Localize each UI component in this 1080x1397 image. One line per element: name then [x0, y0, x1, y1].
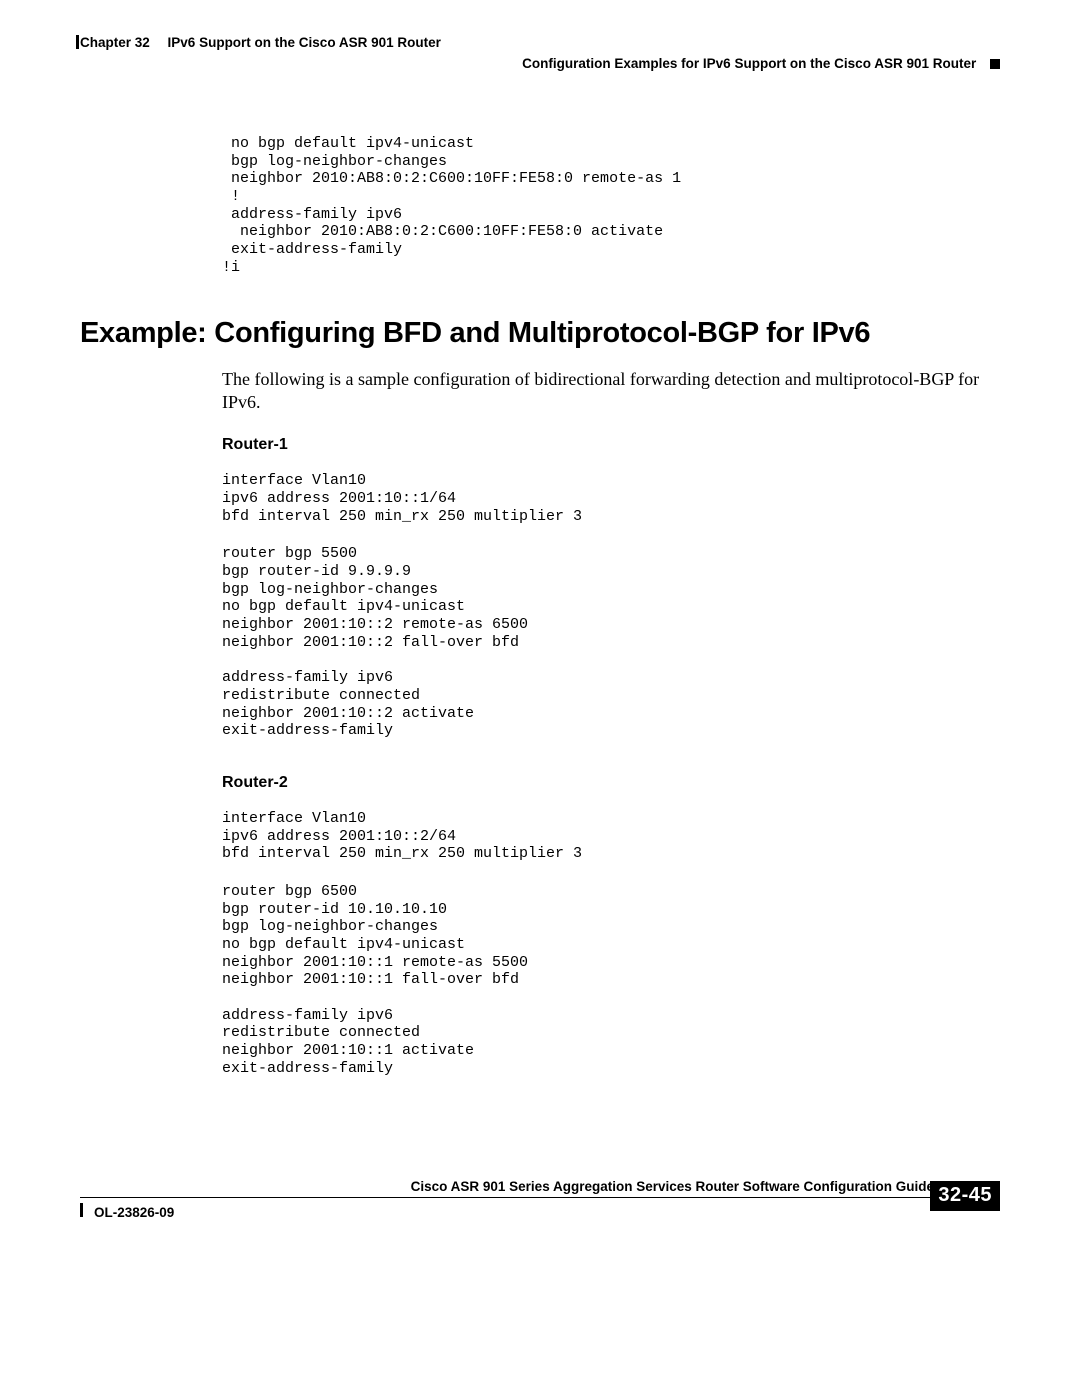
footer-rule-mark: [80, 1203, 83, 1217]
code-block-top: no bgp default ipv4-unicast bgp log-neig…: [222, 135, 1000, 277]
router2-label: Router-2: [222, 774, 1000, 792]
router1-code-b: router bgp 5500 bgp router-id 9.9.9.9 bg…: [222, 545, 1000, 740]
header-section-nav: Configuration Examples for IPv6 Support …: [80, 56, 1000, 71]
footer-doc-id: OL-23826-09: [94, 1205, 174, 1220]
chapter-label: Chapter 32: [80, 35, 150, 50]
footer-page-number: 32-45: [930, 1181, 1000, 1211]
header-rule-mark: [76, 35, 79, 49]
page-container: Chapter 32 IPv6 Support on the Cisco ASR…: [0, 0, 1080, 1397]
header-end-square-icon: [990, 59, 1000, 69]
spacer: [222, 525, 1000, 545]
page-header: Chapter 32 IPv6 Support on the Cisco ASR…: [80, 35, 1000, 77]
chapter-title: IPv6 Support on the Cisco ASR 901 Router: [168, 35, 441, 50]
router1-label: Router-1: [222, 436, 1000, 454]
router2-code-b: router bgp 6500 bgp router-id 10.10.10.1…: [222, 883, 1000, 1078]
header-top-line: Chapter 32 IPv6 Support on the Cisco ASR…: [80, 35, 1000, 50]
router1-code-a: interface Vlan10 ipv6 address 2001:10::1…: [222, 472, 1000, 525]
section-nav-text: Configuration Examples for IPv6 Support …: [522, 56, 976, 71]
router2-code-a: interface Vlan10 ipv6 address 2001:10::2…: [222, 810, 1000, 863]
footer-guide-title: Cisco ASR 901 Series Aggregation Service…: [405, 1179, 934, 1194]
page-footer: Cisco ASR 901 Series Aggregation Service…: [80, 1187, 1000, 1227]
footer-rule: [80, 1197, 940, 1198]
page-content: no bgp default ipv4-unicast bgp log-neig…: [80, 77, 1000, 1078]
spacer: [222, 740, 1000, 774]
section-intro: The following is a sample configuration …: [222, 368, 1000, 415]
section-heading: Example: Configuring BFD and Multiprotoc…: [80, 317, 1000, 350]
spacer: [222, 863, 1000, 883]
